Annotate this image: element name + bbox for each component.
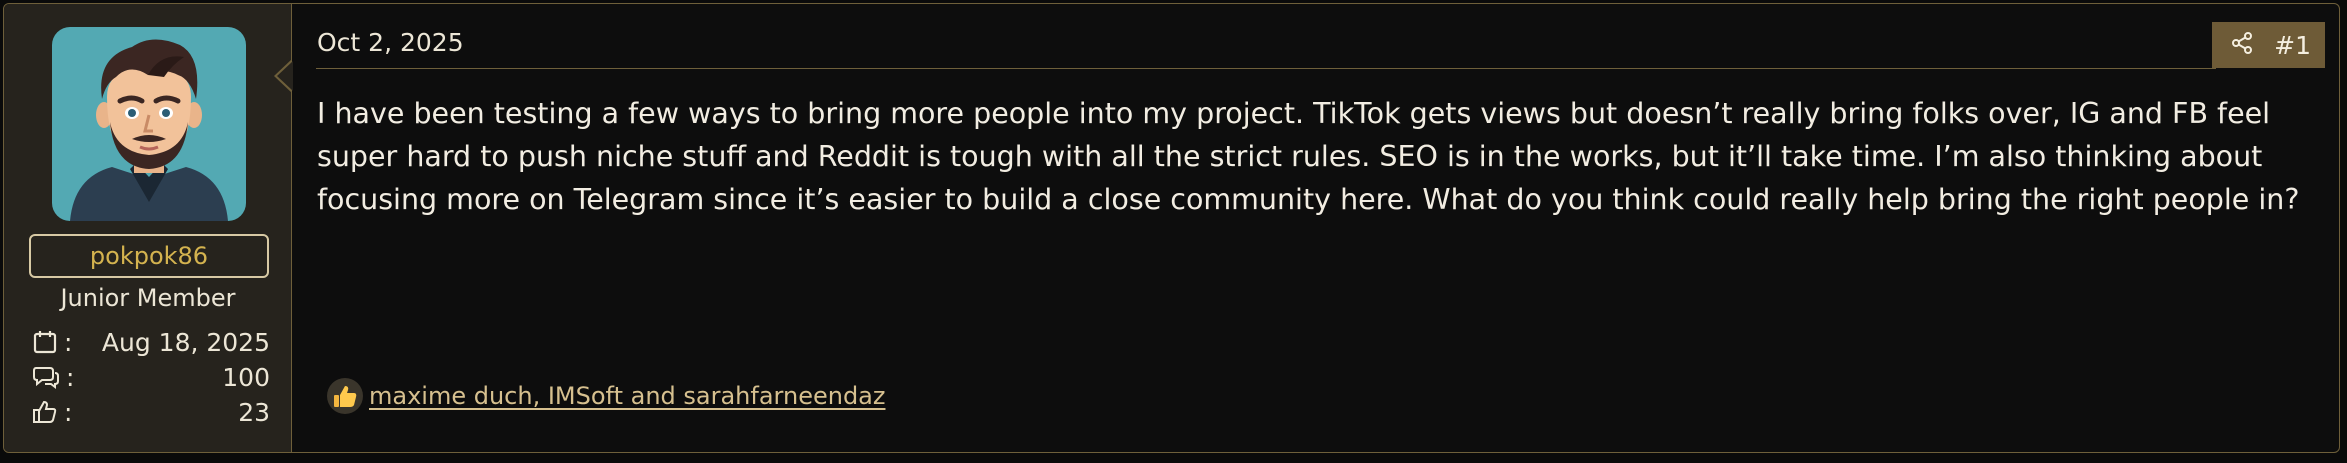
calendar-icon — [32, 329, 58, 355]
forum-post: pokpok86 Junior Member : Aug 18, 2025 : … — [3, 3, 2340, 453]
stat-separator: : — [66, 362, 75, 392]
thumbs-up-icon — [32, 399, 58, 425]
avatar[interactable] — [52, 27, 246, 221]
post-header-divider — [316, 68, 2216, 69]
share-icon[interactable] — [2230, 31, 2254, 59]
stat-separator: : — [64, 327, 73, 357]
post-tools: #1 — [2212, 22, 2325, 68]
messages-value: 100 — [222, 362, 270, 392]
post-body: I have been testing a few ways to bring … — [317, 97, 2300, 216]
post-number-link[interactable]: #1 — [2274, 31, 2311, 60]
messages-stat: : 100 — [32, 361, 270, 393]
stat-separator: : — [64, 397, 73, 427]
user-title: Junior Member — [60, 284, 236, 312]
username-link[interactable]: pokpok86 — [29, 234, 269, 278]
user-panel-arrow-fill — [277, 61, 293, 91]
thumbs-up-icon — [327, 378, 363, 414]
reactions-bar: maxime duch, IMSoft and sarahfarneendaz — [327, 378, 885, 414]
messages-icon — [32, 364, 60, 390]
reaction-users-link[interactable]: maxime duch, IMSoft and sarahfarneendaz — [369, 382, 885, 410]
user-info-panel: pokpok86 Junior Member : Aug 18, 2025 : … — [4, 4, 292, 452]
reactions-stat: : 23 — [32, 396, 270, 428]
joined-date-stat: : Aug 18, 2025 — [32, 326, 270, 358]
joined-date-value: Aug 18, 2025 — [101, 327, 270, 357]
reactions-count-value: 23 — [238, 397, 270, 427]
post-date[interactable]: Oct 2, 2025 — [317, 28, 464, 57]
